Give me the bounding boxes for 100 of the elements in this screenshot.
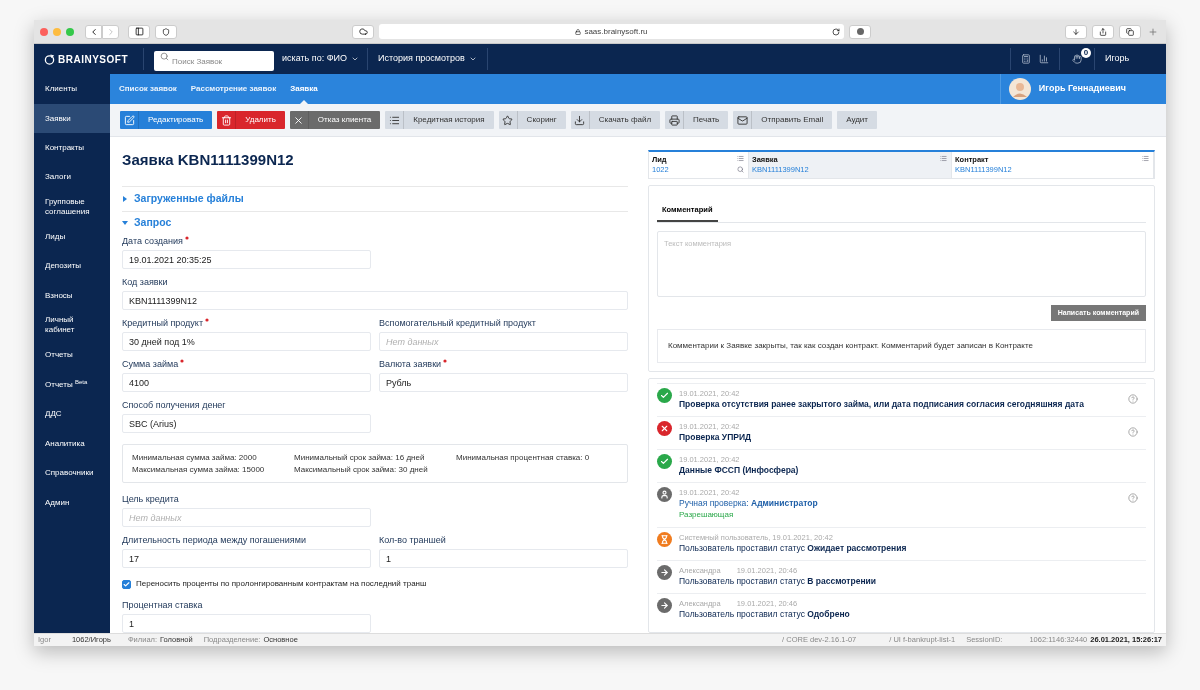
limit-text: Максимальный срок займа: 30 дней [294, 464, 429, 475]
input-field[interactable]: Рубль [379, 373, 628, 392]
field-label: Способ получения денег [122, 400, 226, 411]
input-field[interactable]: Нет данных [122, 508, 371, 527]
check-icon [123, 580, 130, 588]
required-icon [185, 236, 189, 240]
checkbox[interactable] [122, 579, 131, 589]
toolbar-button[interactable]: Отказ клиента [289, 111, 381, 129]
avatar-icon [1008, 78, 1031, 100]
checkbox-label: Переносить проценты по пролонгированным контрактам на последний транш [136, 578, 427, 590]
bookmark-button[interactable] [155, 24, 177, 39]
sidebar-item[interactable]: Депозиты [34, 251, 110, 281]
event-title: Данные ФССП (Инфосфера) [679, 465, 800, 477]
limit-text: Максимальная сумма займа: 15000 [132, 464, 266, 475]
sidebar-item[interactable]: Отчеты [34, 340, 110, 370]
sidebar-item[interactable]: Отчеты $^{Beta}$ [34, 369, 110, 400]
toolbar-button[interactable]: Удалить [217, 111, 285, 129]
search-by-dropdown[interactable]: искать по: ФИО [274, 48, 368, 70]
lock-icon [575, 28, 582, 35]
nav-tab[interactable]: Рассмотрение заявок [190, 74, 277, 104]
toolbar-button[interactable]: Отправить Email [733, 111, 833, 129]
field-label: Длительность периода между погашениями [122, 535, 306, 546]
input-field[interactable]: 30 дней под 1% [122, 332, 371, 351]
search-icon [160, 52, 169, 62]
section-header[interactable]: Загруженные файлы [122, 187, 628, 211]
list-icon [940, 155, 947, 162]
required-icon [205, 318, 210, 322]
page-title: Заявка KBN1111399N12 [122, 150, 295, 170]
sidebar-item[interactable]: ДДС [34, 399, 110, 429]
share-button[interactable] [1092, 24, 1114, 39]
list-icon [1142, 155, 1149, 162]
cloud-button[interactable] [352, 24, 374, 39]
event-title: Пользователь проставил статус В рассмотрении [679, 576, 877, 588]
event-title: Пользователь проставил статус Одобрено [679, 609, 851, 621]
notification-badge: 0 [1081, 48, 1091, 58]
downloads-button[interactable] [1065, 24, 1087, 39]
toolbar-button[interactable]: Кредитная история [385, 111, 494, 129]
sidebar-item[interactable]: Админ [34, 488, 110, 518]
user-name: Игорь Геннадиевич [1038, 82, 1126, 96]
history-dropdown[interactable]: История просмотров [368, 48, 488, 70]
nav-tab[interactable]: Список заявок [119, 74, 177, 104]
user-menu[interactable]: Игорь [1094, 48, 1166, 70]
back-button[interactable] [85, 24, 102, 39]
close-icon [293, 114, 305, 126]
input-field[interactable]: KBN1111399N12 [122, 291, 628, 310]
input-field[interactable]: 4100 [122, 373, 371, 392]
caret-right-icon [122, 195, 128, 202]
event-title: Ручная проверка: Администратор [679, 498, 819, 510]
input-field[interactable]: 19.01.2021 20:35:25 [122, 250, 371, 269]
sidebar-icon [134, 27, 144, 36]
check-icon [657, 388, 672, 404]
sidebar-item[interactable]: Залоги [34, 162, 110, 193]
field-label: Процентная ставка [122, 600, 203, 611]
tabs-button[interactable] [1119, 24, 1141, 39]
input-field[interactable]: Нет данных [379, 332, 628, 351]
toolbar-button[interactable]: Скоринг [498, 111, 566, 129]
search-field[interactable]: Поиск Заявок [154, 51, 274, 72]
sidebar-toggle-button[interactable] [128, 24, 150, 39]
limit-text: Минимальная процентная ставка: 0 [456, 452, 591, 463]
section-header[interactable]: Запрос [122, 211, 628, 235]
input-field[interactable]: 1 [379, 549, 628, 568]
calculator-icon[interactable] [1021, 54, 1031, 64]
sidebar-item[interactable]: Взносы [34, 280, 110, 311]
shield-icon [162, 27, 170, 36]
toolbar-button[interactable]: Скачать файл [570, 111, 661, 129]
sidebar-item[interactable]: Заявки [34, 104, 110, 133]
toolbar-button[interactable]: Редактировать [120, 111, 213, 129]
limit-text: Минимальная сумма займа: 2000 [132, 452, 258, 463]
hand-icon[interactable] [1072, 54, 1082, 64]
sidebar-item[interactable]: Лиды [34, 221, 110, 252]
field-label: Дата создания [122, 236, 183, 247]
sidebar-item[interactable]: Контракты [34, 133, 110, 163]
sidebar-item[interactable]: Справочники [34, 458, 110, 489]
input-field[interactable]: SBC (Arius) [122, 414, 371, 433]
logo-text: BRAINYSOFT [58, 52, 128, 67]
check-icon [657, 454, 672, 470]
field-label: Кредитный продукт [122, 318, 204, 329]
privacy-button[interactable] [849, 24, 871, 39]
sidebar-item[interactable]: Клиенты [34, 74, 110, 104]
share-icon [1099, 27, 1107, 36]
cloud-icon [358, 27, 368, 36]
input-field[interactable]: 1 [122, 614, 371, 633]
field-label: Код заявки [122, 277, 168, 288]
sidebar-item[interactable]: Групповые соглашения [34, 192, 110, 222]
caret-down-icon [468, 55, 477, 63]
bar-chart-icon[interactable] [1039, 54, 1049, 64]
limit-text: Минимальный срок займа: 16 дней [294, 452, 426, 463]
address-bar[interactable]: saas.brainysoft.ru [379, 24, 844, 39]
sidebar-item[interactable]: Аналитика [34, 428, 110, 459]
edit-icon [123, 114, 135, 126]
field-label: Валюта заявки [379, 359, 442, 370]
close-window-control[interactable] [40, 27, 48, 36]
sidebar-item[interactable]: Личный кабинет [34, 310, 110, 341]
field-label: Сумма займа [122, 359, 179, 370]
input-field[interactable]: 17 [122, 549, 371, 568]
star-icon [502, 114, 514, 126]
toolbar-button[interactable]: Печать [665, 111, 729, 129]
plus-icon [1148, 26, 1158, 37]
download-icon [1072, 27, 1080, 36]
toolbar-button[interactable]: Аудит [837, 111, 877, 129]
